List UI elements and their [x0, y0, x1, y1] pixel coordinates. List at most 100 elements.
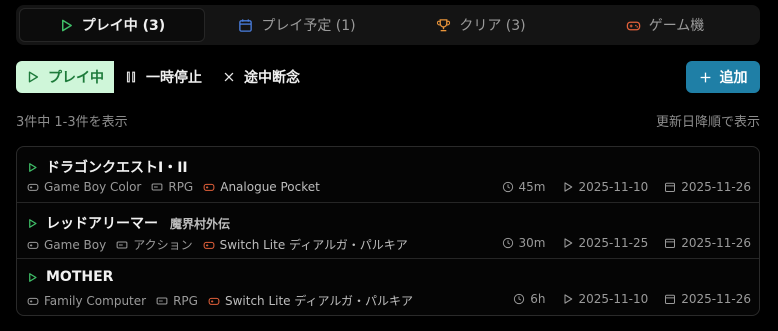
- tab-cleared[interactable]: クリア (3): [389, 8, 573, 42]
- play-time: 6h: [513, 292, 546, 306]
- device-tag: Switch Lite ディアルガ・パルキア: [203, 236, 408, 253]
- game-meta: Game Boy アクション Switch Lite ディアルガ・パルキア: [27, 236, 408, 253]
- tab-label: ゲーム機: [648, 18, 705, 34]
- filter-label: 途中断念: [244, 70, 300, 86]
- calendar-icon: [665, 182, 676, 192]
- genre-name: RPG: [168, 180, 194, 194]
- status-tab-bar: プレイ中 (3) プレイ予定 (1) クリア (3) ゲーム機: [16, 5, 760, 45]
- game-stats: 6h 2025-11-10 2025-11-26: [513, 292, 751, 306]
- genre-name: アクション: [133, 238, 193, 252]
- filter-label: 一時停止: [146, 70, 202, 86]
- game-stats: 30m 2025-11-25 2025-11-26: [502, 236, 751, 250]
- game-title: MOTHER: [46, 269, 114, 285]
- platform-tag: Family Computer: [27, 294, 146, 308]
- result-count: 3件中 1-3件を表示: [16, 115, 128, 130]
- platform-tag: Game Boy: [27, 238, 106, 252]
- play-time-value: 30m: [518, 236, 546, 250]
- game-title-line: ドラゴンクエストI・II: [27, 157, 188, 177]
- play-time: 30m: [502, 236, 546, 250]
- play-time-value: 6h: [530, 292, 546, 306]
- genre-name: RPG: [173, 293, 198, 308]
- updated-date-value: 2025-11-26: [681, 236, 751, 250]
- calendar-icon: [665, 238, 676, 248]
- sort-indicator[interactable]: 更新日降順で表示: [656, 111, 760, 130]
- add-button[interactable]: 追加: [686, 61, 760, 93]
- play-icon: [28, 71, 39, 83]
- start-date-value: 2025-11-10: [578, 180, 649, 194]
- game-meta: Game Boy Color RPG Analogue Pocket: [27, 180, 320, 194]
- game-title: ドラゴンクエストI・II: [46, 160, 188, 176]
- updated-date: 2025-11-26: [664, 236, 751, 250]
- tab-label: プレイ中 (3): [81, 18, 166, 34]
- start-date: 2025-11-10: [562, 180, 649, 194]
- close-icon: [224, 72, 234, 82]
- updated-date-value: 2025-11-26: [681, 292, 751, 306]
- calendar-icon: [665, 294, 676, 304]
- tab-label: クリア (3): [459, 18, 526, 34]
- play-time: 45m: [502, 180, 546, 194]
- filter-label: プレイ中: [48, 70, 104, 86]
- play-icon: [29, 218, 37, 228]
- play-icon: [563, 182, 572, 192]
- play-icon: [29, 162, 37, 172]
- device-tag: Analogue Pocket: [203, 180, 320, 194]
- updated-date-value: 2025-11-26: [681, 180, 751, 194]
- game-title: レッドアリーマー: [46, 216, 158, 232]
- gamepad-icon: [203, 241, 215, 249]
- filter-paused[interactable]: 一時停止: [114, 61, 212, 93]
- filter-playing[interactable]: プレイ中: [16, 61, 114, 93]
- clock-icon: [514, 293, 525, 305]
- trophy-icon: [437, 18, 451, 31]
- start-date-value: 2025-11-25: [578, 236, 649, 250]
- device-name: Switch Lite ディアルガ・パルキア: [224, 294, 414, 308]
- calendar-icon: [239, 18, 253, 32]
- tag-icon: [116, 240, 128, 249]
- platform-tag: Game Boy Color: [27, 180, 141, 194]
- tag-icon: [156, 296, 168, 305]
- game-row[interactable]: ドラゴンクエストI・II Game Boy Color RPG Analogue…: [17, 147, 759, 203]
- play-time-value: 45m: [518, 180, 546, 194]
- game-title-line: レッドアリーマー 魔界村外伝: [27, 213, 230, 233]
- add-button-label: 追加: [719, 70, 748, 86]
- genre-tag: RPG: [151, 180, 193, 194]
- tab-consoles[interactable]: ゲーム機: [573, 8, 757, 42]
- tab-playing[interactable]: プレイ中 (3): [19, 8, 205, 42]
- game-subtitle: 魔界村外伝: [170, 216, 231, 231]
- tab-planned[interactable]: プレイ予定 (1): [205, 8, 389, 42]
- clock-icon: [502, 181, 513, 193]
- game-row[interactable]: レッドアリーマー 魔界村外伝 Game Boy アクション Switch Lit…: [17, 203, 759, 259]
- gamepad-icon: [27, 183, 39, 191]
- platform-name: Game Boy Color: [44, 180, 142, 194]
- gamepad-icon: [27, 241, 39, 249]
- game-row[interactable]: MOTHER Family Computer RPG Switch Lite デ…: [17, 259, 759, 315]
- gamepad-icon: [27, 297, 39, 305]
- gamepad-icon: [208, 297, 220, 305]
- platform-name: Family Computer: [44, 293, 147, 308]
- device-name: Switch Lite ディアルガ・パルキア: [219, 238, 408, 252]
- gamepad-icon: [203, 183, 215, 191]
- start-date: 2025-11-25: [562, 236, 649, 250]
- device-tag: Switch Lite ディアルガ・パルキア: [208, 292, 413, 309]
- tag-icon: [151, 183, 163, 191]
- clock-icon: [502, 237, 513, 249]
- platform-name: Game Boy: [44, 237, 107, 252]
- game-stats: 45m 2025-11-10 2025-11-26: [502, 180, 751, 194]
- game-meta: Family Computer RPG Switch Lite ディアルガ・パル…: [27, 292, 413, 309]
- updated-date: 2025-11-26: [664, 292, 751, 306]
- game-list: ドラゴンクエストI・II Game Boy Color RPG Analogue…: [16, 146, 760, 316]
- filter-abandoned[interactable]: 途中断念: [212, 61, 310, 93]
- genre-tag: RPG: [156, 294, 198, 308]
- pause-icon: [126, 71, 136, 83]
- updated-date: 2025-11-26: [664, 180, 751, 194]
- genre-tag: アクション: [116, 236, 193, 253]
- device-name: Analogue Pocket: [220, 180, 320, 194]
- play-icon: [29, 272, 37, 282]
- tab-label: プレイ予定 (1): [261, 18, 356, 34]
- plus-icon: [700, 72, 710, 82]
- start-date-value: 2025-11-10: [578, 292, 649, 306]
- gamepad-icon: [626, 21, 640, 30]
- play-icon: [563, 294, 572, 304]
- play-icon: [563, 238, 572, 248]
- game-title-line: MOTHER: [27, 269, 113, 285]
- status-filter-group: プレイ中 一時停止 途中断念: [16, 61, 310, 93]
